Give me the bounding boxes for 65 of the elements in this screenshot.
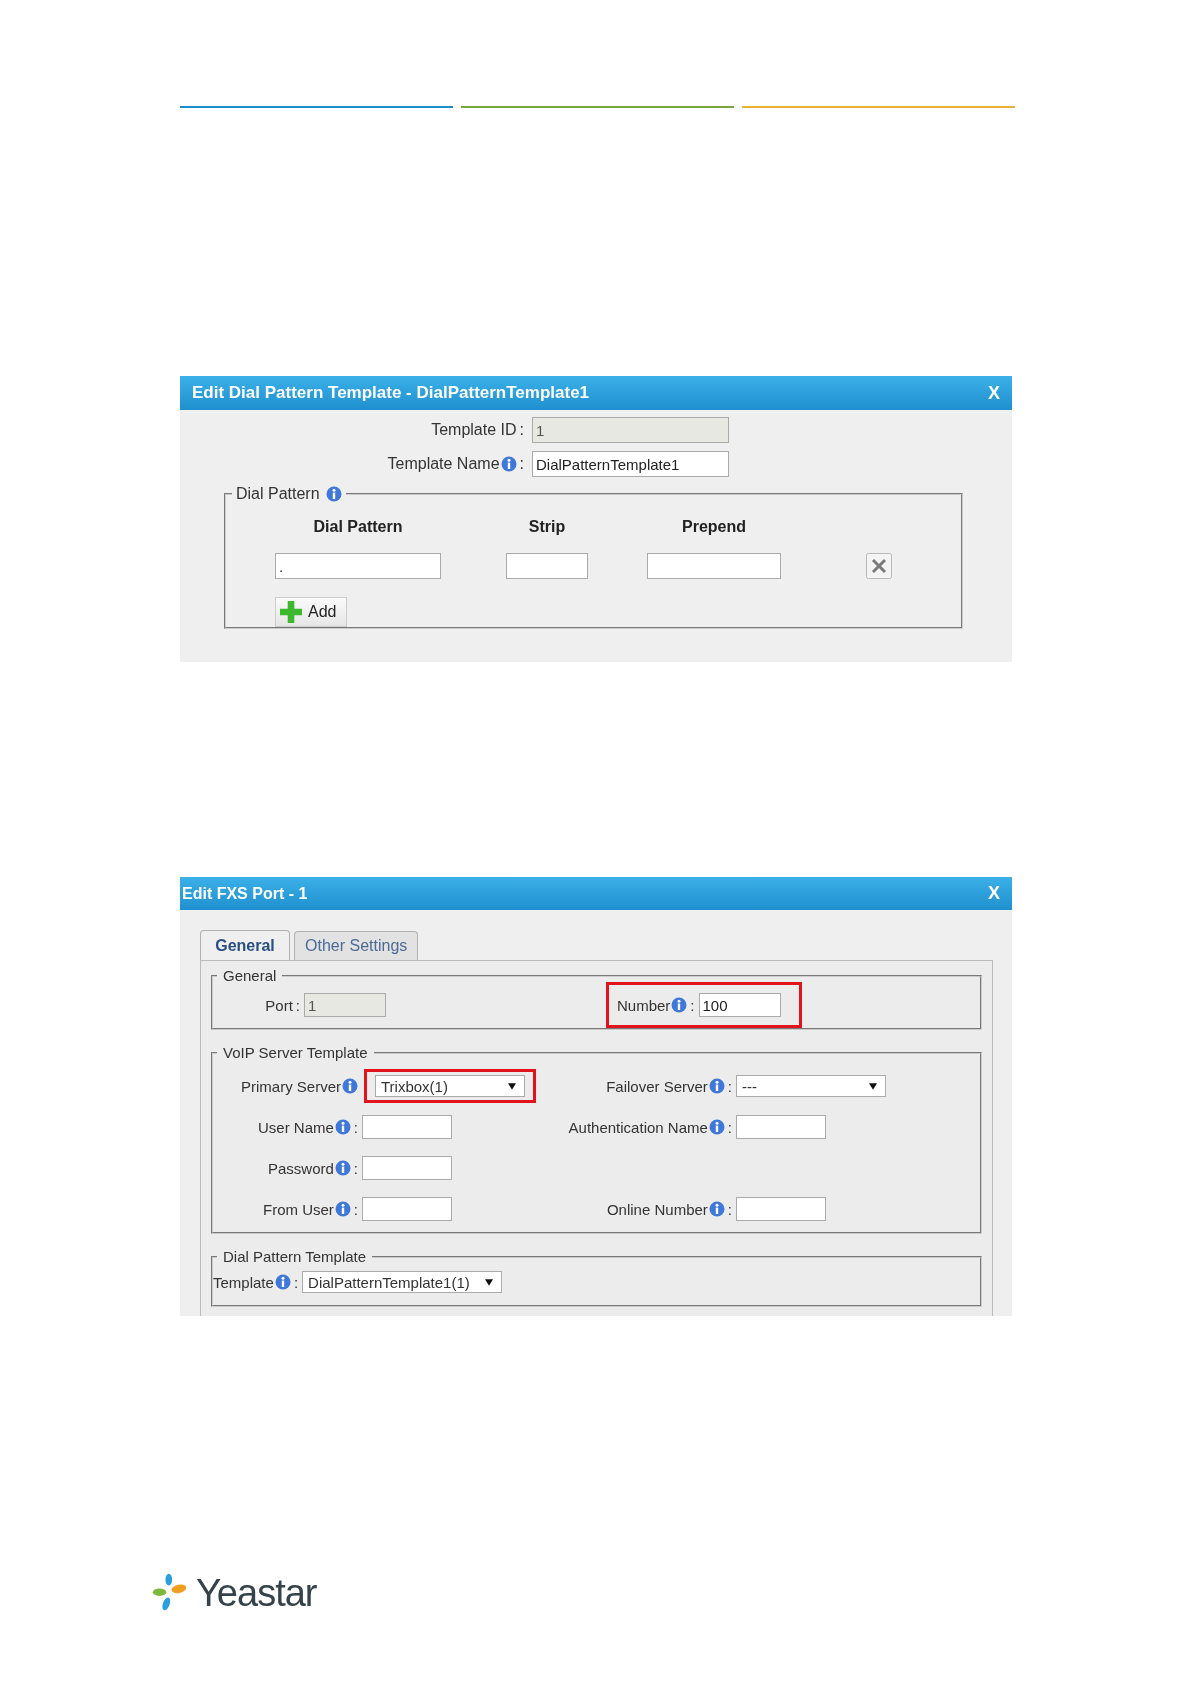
info-icon[interactable]	[274, 1274, 291, 1290]
colon: :	[727, 1077, 732, 1095]
column-header: Strip	[527, 518, 567, 536]
info-icon[interactable]	[708, 1119, 725, 1135]
field-label: Password	[267, 1159, 334, 1177]
info-icon[interactable]	[671, 997, 688, 1013]
group-legend: Dial Pattern	[236, 485, 320, 503]
caret-icon	[485, 1278, 494, 1286]
colon: :	[293, 1273, 299, 1291]
text-field[interactable]	[736, 1197, 826, 1221]
tab[interactable]: Other Settings	[294, 931, 419, 960]
tab[interactable]: General	[200, 930, 290, 960]
dial-pattern-field[interactable]: .	[275, 553, 441, 579]
colon: :	[353, 1118, 358, 1136]
dropdown[interactable]: Trixbox(1)	[375, 1075, 525, 1097]
add-button[interactable]: Add	[275, 597, 348, 627]
field-label: Template ID	[431, 421, 517, 439]
strip-field[interactable]	[506, 553, 588, 579]
info-icon[interactable]	[334, 1201, 351, 1217]
delete-icon[interactable]	[866, 553, 892, 579]
prepend-field[interactable]	[647, 553, 781, 579]
field-label: Template Name	[387, 455, 500, 473]
info-icon[interactable]	[334, 1119, 351, 1135]
text-field[interactable]: 100	[698, 993, 781, 1017]
colon: :	[727, 1200, 732, 1218]
colon: :	[353, 1200, 358, 1218]
colon: :	[519, 421, 524, 439]
info-icon[interactable]	[334, 1160, 351, 1176]
field-label: Authentication Name	[568, 1118, 708, 1136]
text-field[interactable]	[362, 1156, 452, 1180]
text-field[interactable]	[736, 1115, 826, 1139]
field-label: User Name	[257, 1118, 334, 1136]
field-label: Primary Server	[241, 1077, 341, 1095]
colon: :	[353, 1159, 358, 1177]
colon: :	[690, 996, 695, 1014]
field-label: Online Number	[606, 1200, 708, 1218]
info-icon[interactable]	[325, 486, 342, 502]
group-legend: General	[223, 967, 277, 984]
field-label: Number	[617, 996, 671, 1014]
info-icon[interactable]	[708, 1078, 725, 1094]
field-label: Port	[265, 996, 293, 1014]
column-header: Prepend	[681, 518, 747, 536]
colon: :	[519, 455, 524, 473]
caret-icon	[869, 1082, 877, 1090]
colon: :	[295, 996, 300, 1014]
info-icon[interactable]	[342, 1078, 358, 1094]
dropdown[interactable]: DialPatternTemplate1(1)	[302, 1271, 503, 1293]
dialog-title: Edit FXS Port - 1	[182, 884, 308, 903]
text-field[interactable]	[362, 1197, 452, 1221]
text-field[interactable]: DialPatternTemplate1	[532, 451, 729, 477]
field-label: Failover Server	[606, 1077, 708, 1095]
field-label: From User	[263, 1200, 334, 1218]
info-icon[interactable]	[708, 1201, 725, 1217]
group-legend: VoIP Server Template	[223, 1044, 368, 1061]
column-header: Dial Pattern	[312, 518, 404, 536]
field-label: Template	[213, 1273, 274, 1291]
group-legend: Dial Pattern Template	[223, 1248, 367, 1265]
logo-text: Yeastar	[196, 1571, 317, 1615]
colon: :	[727, 1118, 732, 1136]
caret-icon	[508, 1082, 516, 1090]
plus-icon	[280, 601, 302, 623]
dialog-title: Edit Dial Pattern Template - DialPatternTemplate1	[192, 383, 590, 403]
text-field[interactable]	[362, 1115, 452, 1139]
info-icon[interactable]	[500, 456, 517, 472]
dropdown[interactable]: ---	[736, 1075, 886, 1097]
